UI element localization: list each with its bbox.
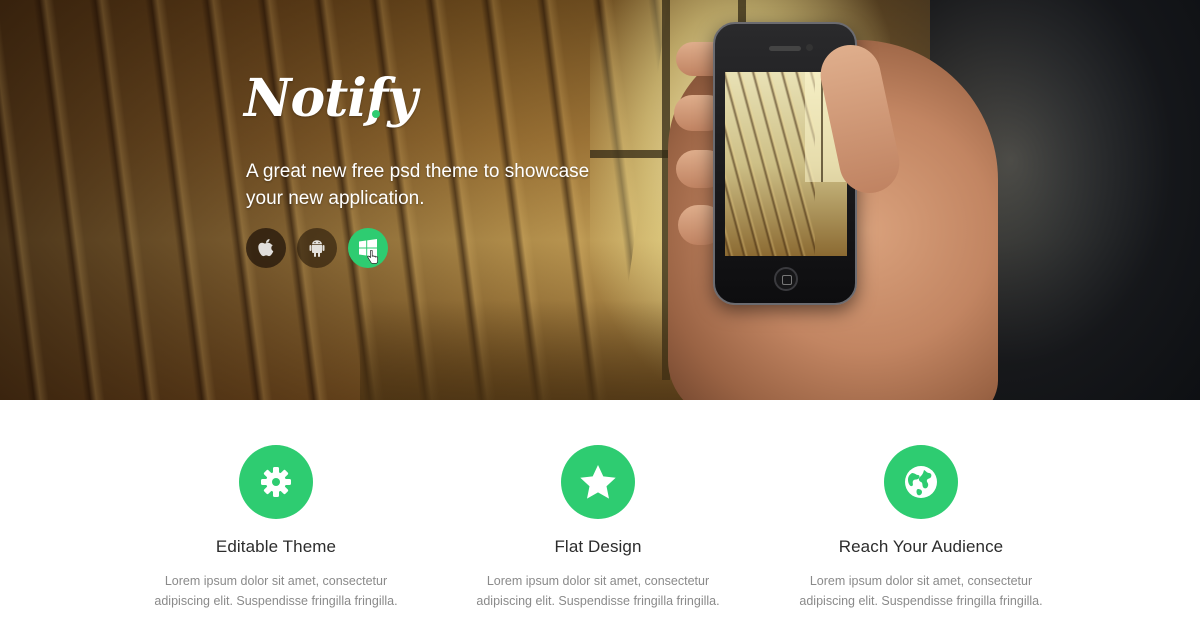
feature-description: Lorem ipsum dolor sit amet, consectetur … — [760, 571, 1082, 611]
android-store-button[interactable] — [297, 228, 337, 268]
android-icon — [309, 240, 325, 257]
logo-dot — [372, 110, 380, 118]
tagline-line: your new application. — [246, 188, 425, 209]
logo[interactable]: Notify — [244, 68, 418, 129]
feature-title: Reach Your Audience — [838, 537, 1004, 556]
hero-tagline: A great new free psd theme to showcase y… — [246, 158, 626, 212]
feature-description-line: adipiscing elit. Suspendisse fringilla f… — [476, 594, 720, 608]
feature-title: Flat Design — [554, 537, 642, 556]
feature-description: Lorem ipsum dolor sit amet, consectetur … — [115, 571, 437, 611]
feature-icon-circle — [561, 445, 635, 519]
feature-icon-circle — [239, 445, 313, 519]
gear-icon — [261, 467, 291, 497]
feature-description-line: Lorem ipsum dolor sit amet, consectetur — [809, 574, 1033, 588]
feature-description: Lorem ipsum dolor sit amet, consectetur … — [437, 571, 759, 611]
tagline-line: A great new free psd theme to showcase — [246, 161, 590, 182]
feature-description-line: Lorem ipsum dolor sit amet, consectetur — [164, 574, 388, 588]
feature-icon-circle — [884, 445, 958, 519]
hand-cursor-icon — [367, 250, 378, 264]
feature-description-line: adipiscing elit. Suspendisse fringilla f… — [154, 594, 398, 608]
feature-description-line: Lorem ipsum dolor sit amet, consectetur — [486, 574, 710, 588]
features-section: Editable Theme Lorem ipsum dolor sit ame… — [0, 400, 1200, 630]
globe-icon — [905, 466, 937, 498]
apple-store-button[interactable] — [246, 228, 286, 268]
feature-title: Editable Theme — [215, 537, 337, 556]
phone-home-button — [774, 267, 798, 291]
hero-banner: Notify A great new free psd theme to sho… — [0, 0, 1200, 400]
star-icon — [580, 465, 616, 499]
phone-camera — [806, 44, 813, 51]
apple-icon — [258, 239, 274, 257]
feature-description-line: adipiscing elit. Suspendisse fringilla f… — [799, 594, 1043, 608]
phone-screen-slats — [725, 72, 815, 256]
phone-speaker — [769, 46, 801, 51]
